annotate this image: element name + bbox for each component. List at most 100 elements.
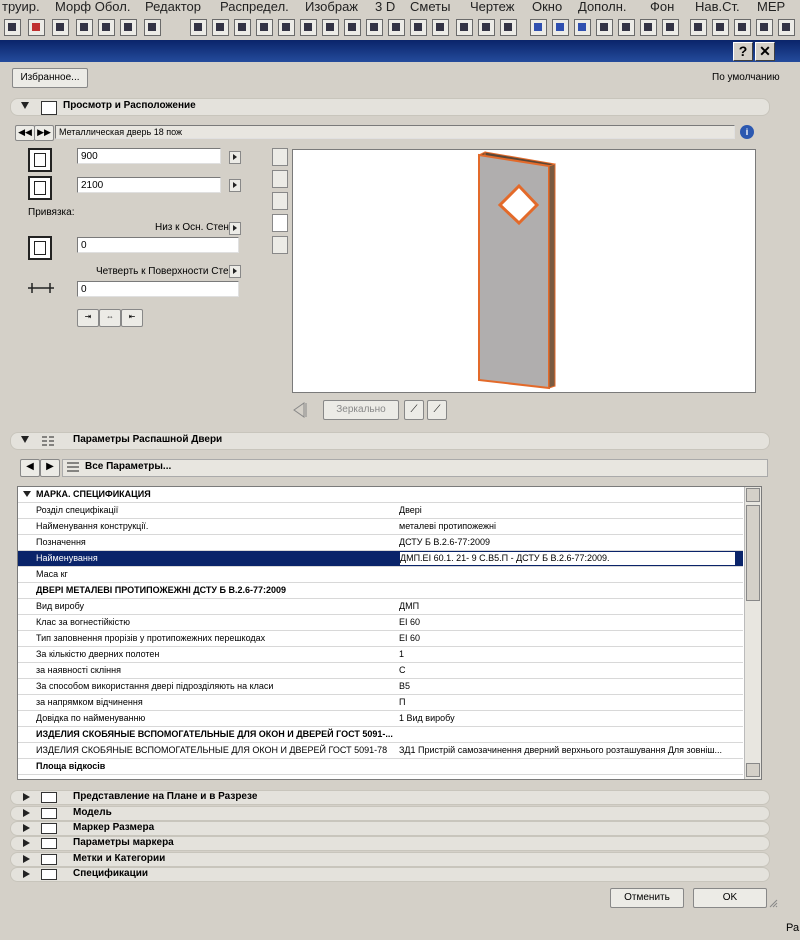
collapse-icon[interactable]	[21, 436, 29, 443]
parameter-value[interactable]: 1 Вид виробу	[399, 711, 734, 726]
tool-icon[interactable]	[120, 19, 137, 36]
tool-icon[interactable]	[256, 19, 273, 36]
parameter-value[interactable]: ЕІ 60	[399, 615, 734, 630]
prev-page-icon[interactable]: ◀	[20, 459, 40, 477]
tool-icon[interactable]	[234, 19, 251, 36]
parameter-value[interactable]: Двері	[399, 503, 734, 518]
expand-icon[interactable]	[23, 809, 30, 817]
menu-item[interactable]: Редактор	[145, 0, 201, 14]
tool-icon[interactable]	[190, 19, 207, 36]
mirror-right-icon[interactable]: ⟋	[427, 400, 447, 420]
parameter-value[interactable]: ЗД1 Пристрій самозачинення дверний верхн…	[399, 743, 734, 758]
tool-icon[interactable]	[322, 19, 339, 36]
menu-item[interactable]: МЕР	[757, 0, 785, 14]
table-row[interactable]: Розділ специфікації Двері	[18, 503, 743, 519]
side-view-icon[interactable]	[272, 192, 288, 210]
table-row[interactable]: за напрямком відчинення П	[18, 695, 743, 711]
table-row[interactable]: Найменування ДМП.ЕІ 60.1. 21- 9 С.В5.П - …	[18, 551, 743, 567]
table-row[interactable]: Тип заповнення прорізів у протипожежних …	[18, 631, 743, 647]
menu-item[interactable]: Изображ	[305, 0, 358, 14]
tool-icon[interactable]	[278, 19, 295, 36]
tool-icon[interactable]	[640, 19, 657, 36]
menu-item[interactable]: Окно	[532, 0, 562, 14]
scroll-thumb[interactable]	[746, 505, 760, 601]
reveal-input[interactable]: 0	[77, 281, 239, 297]
tool-icon[interactable]	[52, 19, 69, 36]
tool-icon[interactable]	[432, 19, 449, 36]
table-header[interactable]: МАРКА. СПЕЦИФИКАЦИЯ	[18, 487, 743, 503]
menu-item[interactable]: Чертеж	[470, 0, 514, 14]
tool-icon[interactable]	[344, 19, 361, 36]
tool-icon[interactable]	[596, 19, 613, 36]
anchor-left-icon[interactable]: ⇥	[77, 309, 99, 327]
mirror-left-icon[interactable]: ⟋	[404, 400, 424, 420]
anchor-center-icon[interactable]: ⇔	[99, 309, 121, 327]
tool-icon[interactable]	[500, 19, 517, 36]
tool-icon[interactable]	[574, 19, 591, 36]
table-row[interactable]: за наявності скління С	[18, 663, 743, 679]
tool-icon[interactable]	[76, 19, 93, 36]
3d-view-icon[interactable]	[272, 214, 288, 232]
ok-button[interactable]: OK	[693, 888, 767, 908]
plan-view-icon[interactable]	[272, 148, 288, 166]
section-specifications[interactable]: Спецификации	[10, 867, 770, 882]
parameter-value[interactable]: ДСТУ Б В.2.6-77:2009	[399, 535, 734, 550]
table-row[interactable]: Площа відкосів	[18, 759, 743, 775]
next-page-icon[interactable]: ▶	[40, 459, 60, 477]
expand-icon[interactable]	[23, 824, 30, 832]
table-row[interactable]: ИЗДЕЛИЯ СКОБЯНЫЕ ВСПОМОГАТЕЛЬНЫЕ ДЛЯ ОКО…	[18, 743, 743, 759]
expand-icon[interactable]	[23, 855, 30, 863]
menu-item[interactable]: Фон	[650, 0, 674, 14]
tool-icon[interactable]	[618, 19, 635, 36]
parameter-value[interactable]: 1	[399, 647, 734, 662]
tool-icon[interactable]	[690, 19, 707, 36]
section-door-parameters[interactable]: Параметры Распашной Двери	[10, 432, 770, 450]
table-row[interactable]: Вид виробу ДМП	[18, 599, 743, 615]
tool-icon[interactable]	[410, 19, 427, 36]
parameter-value[interactable]: В5	[399, 679, 734, 694]
menu-item[interactable]: Морф Обол.	[55, 0, 130, 14]
anchor-base-button[interactable]	[229, 222, 241, 235]
tool-icon[interactable]	[778, 19, 795, 36]
sill-input[interactable]: 0	[77, 237, 239, 253]
scroll-down-icon[interactable]	[746, 763, 760, 777]
height-options-button[interactable]	[229, 179, 241, 192]
tool-icon[interactable]	[4, 19, 21, 36]
tool-icon[interactable]	[530, 19, 547, 36]
tool-icon[interactable]	[734, 19, 751, 36]
table-row[interactable]: Довідка по найменуванню 1 Вид виробу	[18, 711, 743, 727]
table-row[interactable]: Найменування конструкції. металеві протип…	[18, 519, 743, 535]
section-model[interactable]: Модель	[10, 806, 770, 821]
parameter-value[interactable]: П	[399, 695, 734, 710]
height-input[interactable]: 2100	[77, 177, 221, 193]
table-row[interactable]: ДВЕРІ МЕТАЛЕВІ ПРОТИПОЖЕЖНІ ДСТУ Б В.2.6…	[18, 583, 743, 599]
tool-icon[interactable]	[478, 19, 495, 36]
section-marker-parameters[interactable]: Параметры маркера	[10, 836, 770, 851]
menu-item[interactable]: труир.	[2, 0, 40, 14]
parameter-value[interactable]: ЕІ 60	[399, 631, 734, 646]
table-row[interactable]: Клас за вогнестійкістю ЕІ 60	[18, 615, 743, 631]
expand-icon[interactable]	[23, 491, 31, 497]
tool-icon[interactable]	[98, 19, 115, 36]
parameter-value[interactable]: ДМП	[399, 599, 734, 614]
elevation-view-icon[interactable]	[272, 170, 288, 188]
tool-icon[interactable]	[662, 19, 679, 36]
expand-icon[interactable]	[23, 839, 30, 847]
menu-item[interactable]: Сметы	[410, 0, 450, 14]
table-row[interactable]: ИЗДЕЛИЯ СКОБЯНЫЕ ВСПОМОГАТЕЛЬНЫЕ ДЛЯ ОКО…	[18, 727, 743, 743]
menu-item[interactable]: 3 D	[375, 0, 395, 14]
favorites-button[interactable]: Избранное...	[12, 68, 88, 88]
tool-icon[interactable]	[756, 19, 773, 36]
menu-item[interactable]: Нав.Ст.	[695, 0, 740, 14]
parameter-value[interactable]: ДМП.ЕІ 60.1. 21- 9 С.В5.П - ДСТУ Б В.2.6…	[399, 551, 736, 566]
table-row[interactable]: Позначення ДСТУ Б В.2.6-77:2009	[18, 535, 743, 551]
width-input[interactable]: 900	[77, 148, 221, 164]
tool-icon[interactable]	[552, 19, 569, 36]
expand-icon[interactable]	[23, 793, 30, 801]
help-button[interactable]: ?	[733, 42, 753, 61]
tool-icon[interactable]	[28, 19, 45, 36]
table-row[interactable]: Маса кг	[18, 567, 743, 583]
table-scrollbar[interactable]	[744, 487, 761, 779]
all-parameters-bar[interactable]: Все Параметры...	[62, 459, 768, 477]
tool-icon[interactable]	[366, 19, 383, 36]
